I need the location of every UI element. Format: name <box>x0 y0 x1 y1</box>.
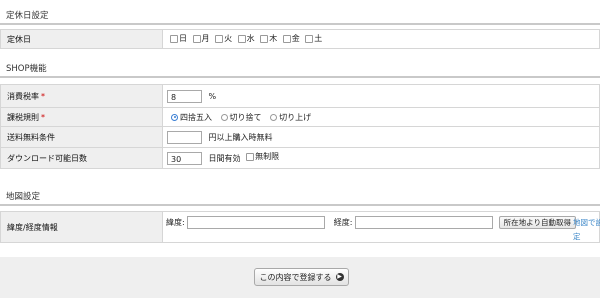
longitude-input[interactable] <box>355 216 494 229</box>
radio-floor-button[interactable] <box>220 113 228 121</box>
tax-rule-row: 課税規則 * 四捨五入 切り捨て 切り上げ <box>0 107 600 127</box>
section-divider <box>0 204 600 206</box>
free-shipping-label: 送料無料条件 <box>0 126 163 148</box>
day-tue[interactable]: 火 <box>212 33 232 44</box>
submit-button[interactable]: この内容で登録する ▶ <box>254 268 349 286</box>
shop-section-title: SHOP機能 <box>6 64 47 74</box>
holiday-days: 日 月 火 水 木 金 土 <box>162 29 600 49</box>
required-mark: * <box>41 91 45 101</box>
checkbox-fri[interactable] <box>282 34 291 43</box>
checkbox-tue[interactable] <box>215 34 224 43</box>
download-days-row: ダウンロード可能日数 30 日間有効 無制限 <box>0 147 600 169</box>
radio-ceil[interactable]: 切り上げ <box>266 112 311 123</box>
section-divider <box>0 23 600 25</box>
tax-rule-label: 課税規則 <box>7 112 39 122</box>
free-shipping-suffix: 円以上購入時無料 <box>208 132 273 142</box>
radio-floor[interactable]: 切り捨て <box>217 112 262 123</box>
checkbox-wed[interactable] <box>237 34 246 43</box>
map-label: 緯度/経度情報 <box>0 211 163 243</box>
radio-ceil-button[interactable] <box>270 113 278 121</box>
latitude-label: 緯度: <box>166 218 185 227</box>
map-table: 緯度/経度情報 緯度: 経度: 所在地より自動取得 地図で設定 <box>0 211 600 243</box>
tax-rate-unit: % <box>208 91 217 101</box>
holiday-row: 定休日 日 月 火 水 木 金 土 <box>0 29 600 49</box>
auto-locate-button[interactable]: 所在地より自動取得 <box>498 216 576 229</box>
arrow-right-circle-icon: ▶ <box>335 273 344 281</box>
map-section-title: 地図設定 <box>6 192 41 202</box>
holiday-label: 定休日 <box>0 29 163 49</box>
download-days-suffix: 日間有効 <box>208 153 241 163</box>
day-wed[interactable]: 水 <box>235 33 255 44</box>
download-days-label: ダウンロード可能日数 <box>0 147 163 169</box>
checkbox-mon[interactable] <box>192 34 201 43</box>
free-shipping-row: 送料無料条件 円以上購入時無料 <box>0 126 600 148</box>
checkbox-sun[interactable] <box>170 34 178 43</box>
section-divider <box>0 76 600 78</box>
day-fri[interactable]: 金 <box>280 33 300 44</box>
radio-round-button[interactable] <box>171 113 178 121</box>
latitude-input[interactable] <box>187 216 326 229</box>
day-sun[interactable]: 日 <box>167 33 187 44</box>
map-row: 緯度/経度情報 緯度: 経度: 所在地より自動取得 地図で設定 <box>0 211 600 244</box>
shop-table: 消費税率 * 8 % 課税規則 * 四捨五入 切り捨て 切り上げ 送料無料条件 円以… <box>0 84 600 169</box>
tax-rate-input[interactable]: 8 <box>167 89 202 103</box>
submit-label: この内容で登録する <box>259 272 332 282</box>
checkbox-thu[interactable] <box>260 34 269 43</box>
tax-rate-row: 消費税率 * 8 % <box>0 84 600 108</box>
longitude-label: 経度: <box>333 218 353 227</box>
checkbox-sat[interactable] <box>305 34 314 43</box>
free-shipping-input[interactable] <box>167 130 202 144</box>
map-set-link[interactable]: 地図で設定 <box>573 216 600 244</box>
download-days-input[interactable]: 30 <box>167 151 202 165</box>
day-mon[interactable]: 月 <box>190 33 210 44</box>
holiday-table: 定休日 日 月 火 水 木 金 土 <box>0 29 600 49</box>
unlimited-option[interactable]: 無制限 <box>243 151 279 162</box>
tax-rule-options: 四捨五入 切り捨て 切り上げ <box>162 107 600 127</box>
day-sat[interactable]: 土 <box>302 33 322 44</box>
radio-round[interactable]: 四捨五入 <box>167 112 212 123</box>
tax-rate-label: 消費税率 <box>7 91 39 101</box>
day-thu[interactable]: 木 <box>257 33 277 44</box>
holiday-section-title: 定休日設定 <box>6 11 49 21</box>
unlimited-checkbox[interactable] <box>246 152 255 161</box>
required-mark: * <box>41 112 45 122</box>
